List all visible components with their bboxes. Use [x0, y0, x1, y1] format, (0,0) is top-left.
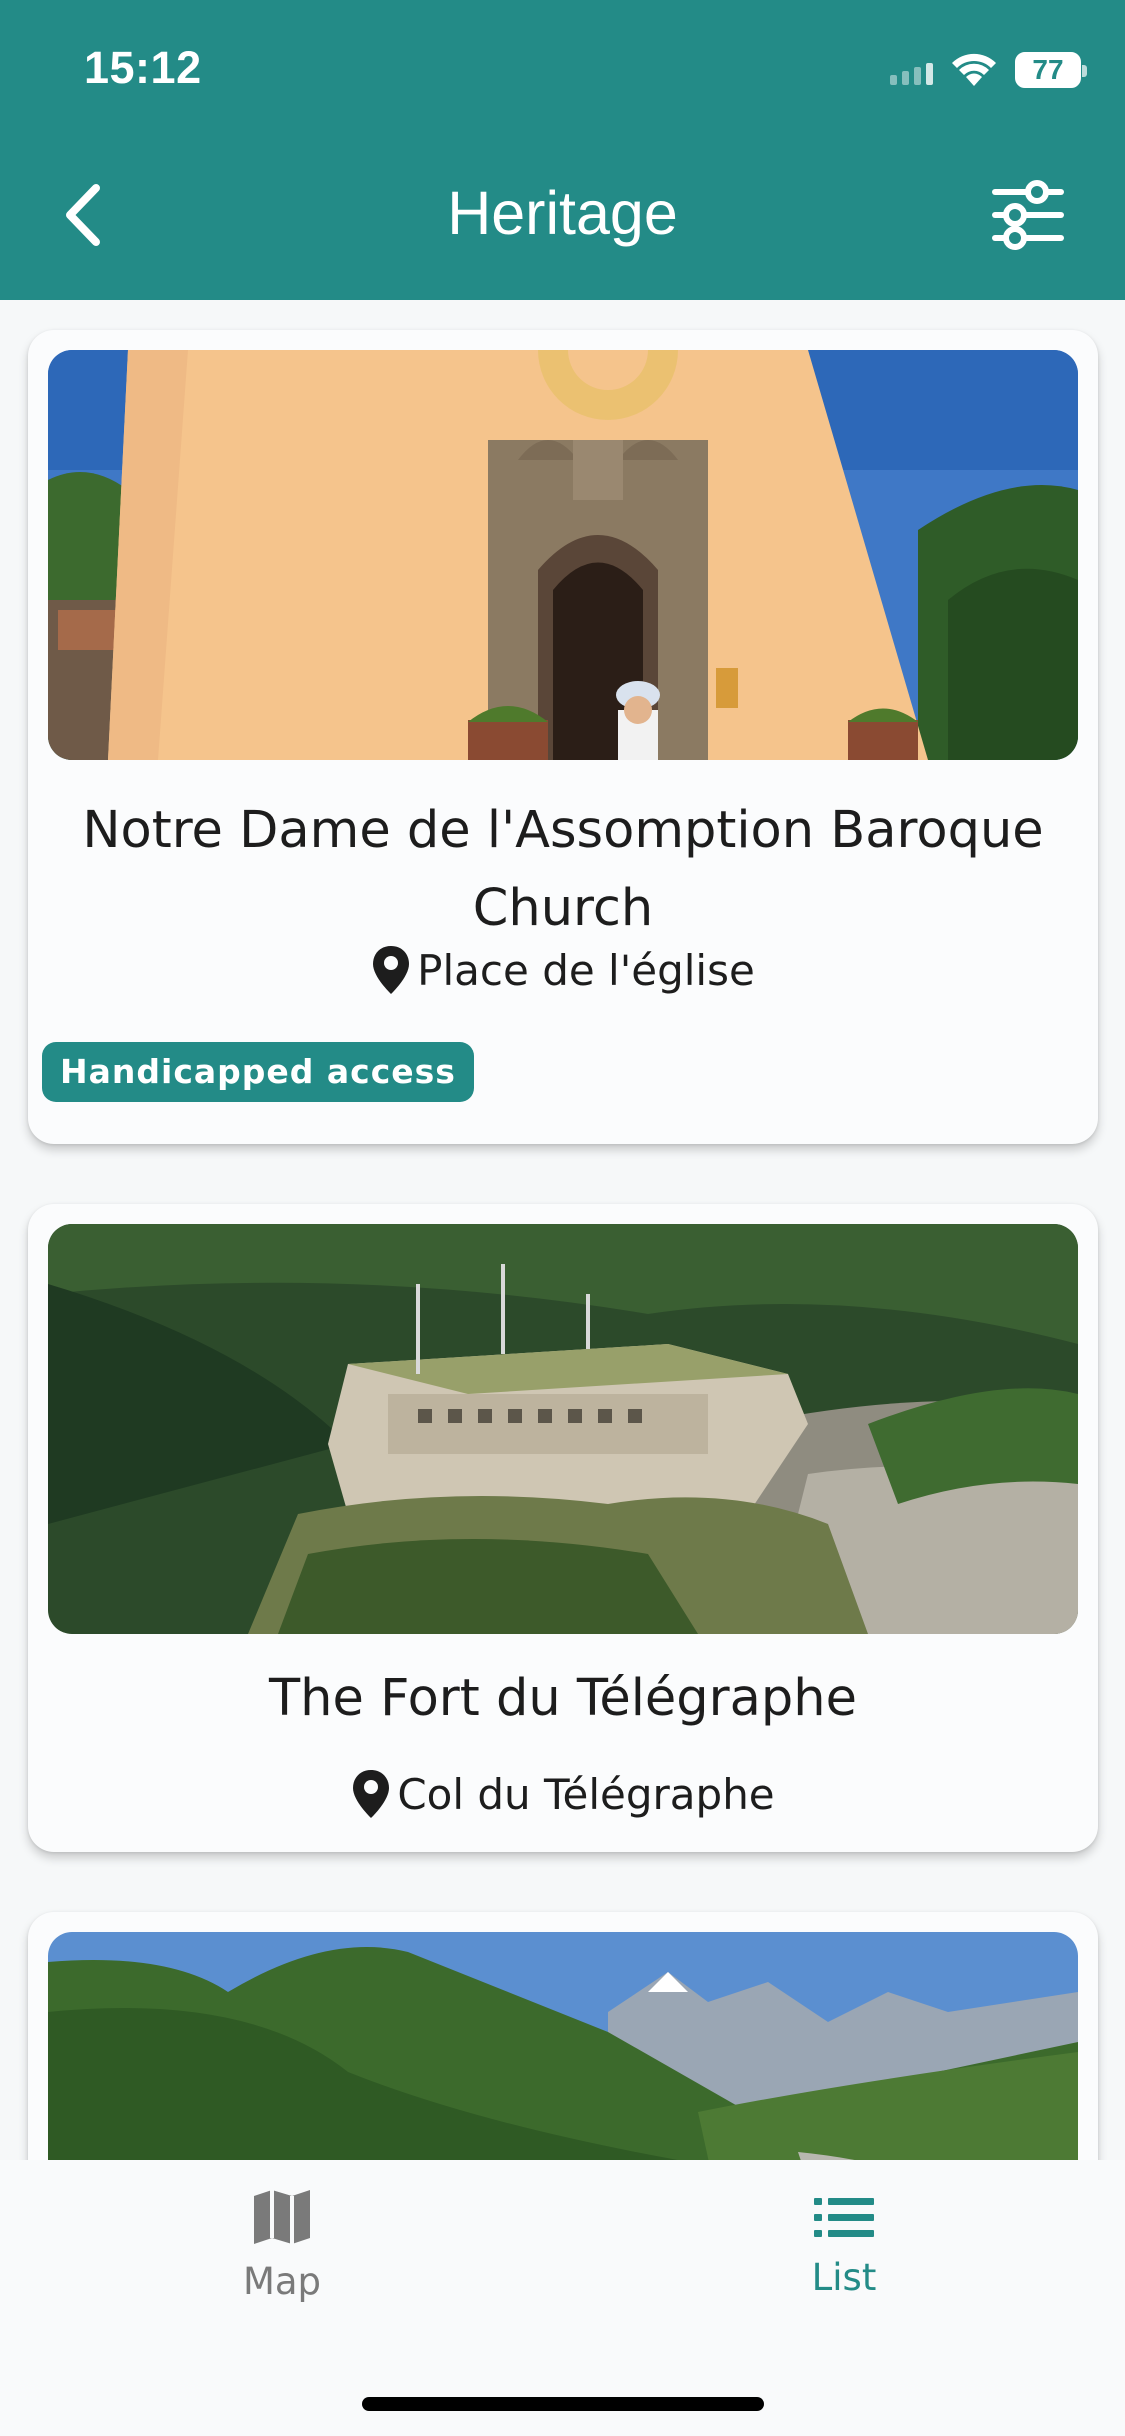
map-pin-icon — [353, 1770, 390, 1818]
fort-photo — [48, 1224, 1078, 1634]
status-indicators: 77 — [890, 48, 1087, 92]
filter-button[interactable] — [991, 180, 1065, 250]
heritage-card[interactable]: Notre Dame de l'Assomption Baroque Churc… — [28, 330, 1098, 1144]
battery-icon: 77 — [1015, 52, 1087, 88]
bottom-navigation: Map List — [0, 2160, 1125, 2436]
accessibility-badge: Handicapped access — [42, 1042, 474, 1102]
heritage-list[interactable]: Notre Dame de l'Assomption Baroque Churc… — [0, 300, 1125, 2160]
page-title: Heritage — [447, 179, 678, 247]
battery-level: 77 — [1032, 54, 1064, 85]
card-location: Place de l'église — [28, 940, 1098, 1000]
map-icon — [254, 2190, 310, 2244]
app-bar: 15:12 77 Heritage — [0, 0, 1125, 300]
church-photo — [48, 350, 1078, 760]
location-text: Col du Télégraphe — [397, 1769, 775, 1819]
list-icon — [814, 2198, 874, 2237]
card-location: Col du Télégraphe — [28, 1764, 1098, 1824]
wifi-icon — [952, 53, 996, 86]
card-title: The Fort du Télégraphe — [269, 1669, 857, 1728]
map-pin-icon — [373, 946, 410, 994]
cellular-signal-icon — [890, 55, 933, 85]
card-title: Notre Dame de l'Assomption Baroque Churc… — [82, 801, 1044, 938]
nav-list-tab[interactable]: List — [694, 2188, 994, 2299]
nav-list-label: List — [811, 2256, 877, 2299]
status-time: 15:12 — [84, 42, 202, 93]
nav-map-label: Map — [242, 2260, 322, 2303]
valley-photo — [48, 1932, 1078, 2160]
heritage-card[interactable]: The Fort du Télégraphe Col du Télégraphe — [28, 1204, 1098, 1852]
location-text: Place de l'église — [417, 945, 755, 995]
heritage-card[interactable] — [28, 1912, 1098, 2160]
sliders-icon — [992, 180, 1064, 250]
nav-map-tab[interactable]: Map — [132, 2188, 432, 2303]
home-indicator — [362, 2397, 764, 2411]
